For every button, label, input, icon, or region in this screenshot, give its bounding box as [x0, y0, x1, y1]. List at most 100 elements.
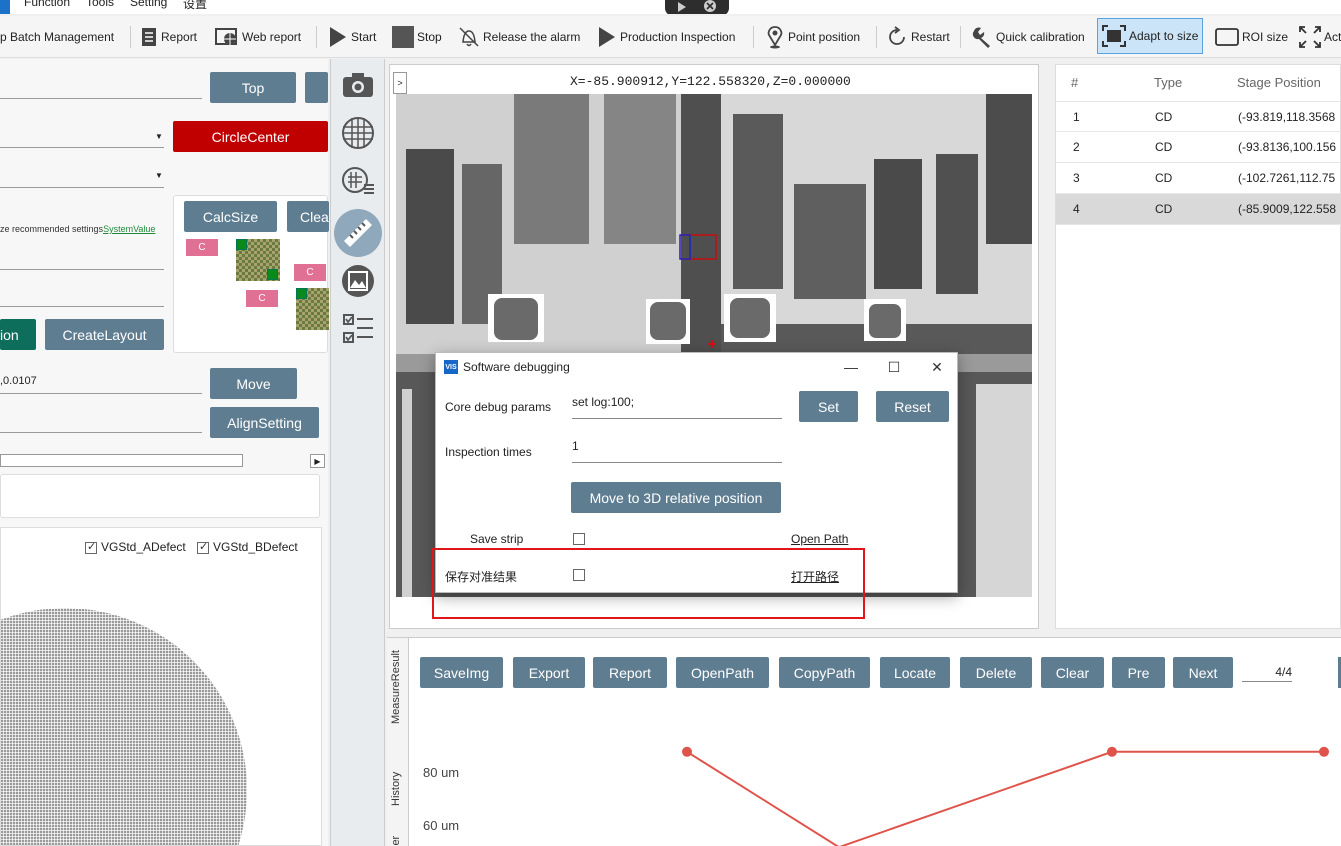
- report-result-button[interactable]: Report: [593, 657, 667, 688]
- data-point[interactable]: [1319, 746, 1329, 757]
- layout-cell[interactable]: C: [186, 239, 218, 256]
- wafer-map[interactable]: [1, 528, 322, 846]
- row-position: (-85.9009,122.558: [1238, 202, 1337, 216]
- stop-button[interactable]: Stop: [392, 22, 442, 52]
- remote-control-pill[interactable]: [665, 0, 729, 14]
- locate-button[interactable]: Locate: [880, 657, 950, 688]
- partial-action-button[interactable]: ion: [0, 319, 36, 350]
- circle-center-button[interactable]: CircleCenter: [173, 121, 328, 152]
- dropdown-underline[interactable]: [0, 187, 164, 188]
- row-index: 3: [1073, 171, 1080, 185]
- col-stage-position-header: Stage Position: [1237, 75, 1321, 90]
- point-position-button[interactable]: Point position: [765, 22, 860, 52]
- minimize-icon[interactable]: —: [839, 357, 863, 377]
- save-img-button[interactable]: SaveImg: [420, 657, 503, 688]
- dropdown-arrow-icon[interactable]: ▼: [155, 171, 163, 180]
- menu-item-prev[interactable]: [0, 0, 10, 14]
- align-setting-button[interactable]: AlignSetting: [210, 407, 319, 438]
- partial-button[interactable]: [305, 72, 328, 103]
- create-layout-button[interactable]: CreateLayout: [45, 319, 164, 350]
- menu-function[interactable]: Function: [24, 0, 70, 9]
- panel-toggle-button[interactable]: >: [393, 72, 407, 94]
- table-row-selected[interactable]: 4 CD (-85.9009,122.558: [1056, 194, 1341, 225]
- image-frame-icon[interactable]: [340, 263, 376, 299]
- open-path-button[interactable]: OpenPath: [676, 657, 769, 688]
- top-button[interactable]: Top: [210, 72, 296, 103]
- data-point[interactable]: [1107, 746, 1117, 757]
- maximize-icon[interactable]: ☐: [882, 357, 906, 377]
- batch-management-button[interactable]: p Batch Management: [0, 22, 114, 52]
- page-indicator: 4/4: [1242, 665, 1292, 682]
- text-field-underline[interactable]: [0, 432, 202, 433]
- fit-icon: [1102, 25, 1126, 47]
- clear-result-button[interactable]: Clear: [1041, 657, 1104, 688]
- web-report-button[interactable]: Web report: [215, 22, 301, 52]
- pin-icon: [767, 26, 783, 49]
- copy-path-button[interactable]: CopyPath: [779, 657, 870, 688]
- menu-setting-cn[interactable]: 设置: [183, 0, 207, 12]
- open-path-link[interactable]: Open Path: [791, 532, 848, 546]
- table-row[interactable]: 3 CD (-102.7261,112.75: [1056, 163, 1341, 194]
- ruler-icon[interactable]: [340, 215, 376, 251]
- tab-measure-result[interactable]: MeasureResult: [390, 650, 402, 724]
- report-label: Report: [161, 30, 198, 44]
- tab-other[interactable]: ler: [390, 836, 402, 846]
- previous-button[interactable]: Pre: [1112, 657, 1165, 688]
- row-position: (-93.8136,100.156: [1238, 140, 1337, 154]
- dropdown-underline[interactable]: [0, 147, 164, 148]
- calc-size-button[interactable]: CalcSize: [184, 201, 277, 232]
- row-index: 1: [1073, 110, 1080, 124]
- restart-button[interactable]: Restart: [886, 22, 950, 52]
- data-point[interactable]: [682, 746, 692, 757]
- app-window: Function Tools Setting 设置 p Batch Manage…: [0, 0, 1341, 846]
- quick-calibration-button[interactable]: Quick calibration: [971, 22, 1085, 52]
- table-row[interactable]: 1 CD (-93.819,118.3568: [1056, 101, 1341, 132]
- roi-size-button[interactable]: ROI size: [1215, 22, 1288, 52]
- text-field-underline[interactable]: [0, 269, 164, 270]
- layout-marker: [296, 288, 307, 299]
- col-index-header: #: [1071, 75, 1079, 90]
- close-icon[interactable]: ✕: [925, 357, 949, 377]
- menu-tools[interactable]: Tools: [86, 0, 114, 9]
- row-index: 4: [1073, 202, 1080, 216]
- text-field-underline[interactable]: [0, 306, 164, 307]
- next-button[interactable]: Next: [1173, 657, 1233, 688]
- measurement-chart[interactable]: 80 um 60 um: [409, 708, 1341, 846]
- start-button[interactable]: Start: [328, 22, 376, 52]
- set-button[interactable]: Set: [799, 391, 858, 422]
- reset-button[interactable]: Reset: [876, 391, 949, 422]
- layout-cell[interactable]: C: [294, 264, 326, 281]
- move-3d-relative-button[interactable]: Move to 3D relative position: [571, 482, 781, 513]
- dropdown-arrow-icon[interactable]: ▼: [155, 132, 163, 141]
- report-button[interactable]: Report: [140, 22, 197, 52]
- y-tick-label: 60 um: [423, 818, 459, 833]
- production-inspection-button[interactable]: Production Inspection: [597, 22, 735, 52]
- tab-history[interactable]: History: [390, 772, 402, 806]
- release-alarm-button[interactable]: Release the alarm: [458, 22, 580, 52]
- checklist-icon[interactable]: [340, 311, 376, 347]
- dialog-titlebar[interactable]: VIS Software debugging — ☐ ✕: [436, 353, 959, 383]
- inspection-times-input[interactable]: 1: [572, 439, 782, 463]
- wafer-list-icon[interactable]: [340, 163, 376, 199]
- text-field-underline[interactable]: [0, 98, 202, 99]
- restart-icon: [889, 26, 905, 45]
- clear-button[interactable]: Clea: [287, 201, 329, 232]
- text-field-underline[interactable]: [0, 393, 202, 394]
- delete-button[interactable]: Delete: [960, 657, 1032, 688]
- grid-sphere-icon[interactable]: [340, 115, 376, 151]
- coordinate-value: ,0.0107: [0, 375, 37, 387]
- camera-icon[interactable]: [340, 67, 376, 103]
- save-strip-checkbox[interactable]: [573, 533, 585, 545]
- table-row[interactable]: 2 CD (-93.8136,100.156: [1056, 132, 1341, 163]
- actual-size-label: Act: [1324, 30, 1341, 44]
- layout-cell[interactable]: C: [246, 290, 278, 307]
- actual-size-button[interactable]: Act: [1299, 22, 1341, 52]
- play-icon: [330, 27, 346, 47]
- core-debug-params-input[interactable]: set log:100;: [572, 395, 782, 419]
- scroll-right-icon[interactable]: ▶: [310, 454, 325, 468]
- move-button[interactable]: Move: [210, 368, 297, 399]
- adapt-to-size-button[interactable]: Adapt to size: [1097, 18, 1204, 54]
- menu-setting[interactable]: Setting: [130, 0, 167, 9]
- export-button[interactable]: Export: [513, 657, 585, 688]
- system-value-link[interactable]: SystemValue: [103, 224, 155, 234]
